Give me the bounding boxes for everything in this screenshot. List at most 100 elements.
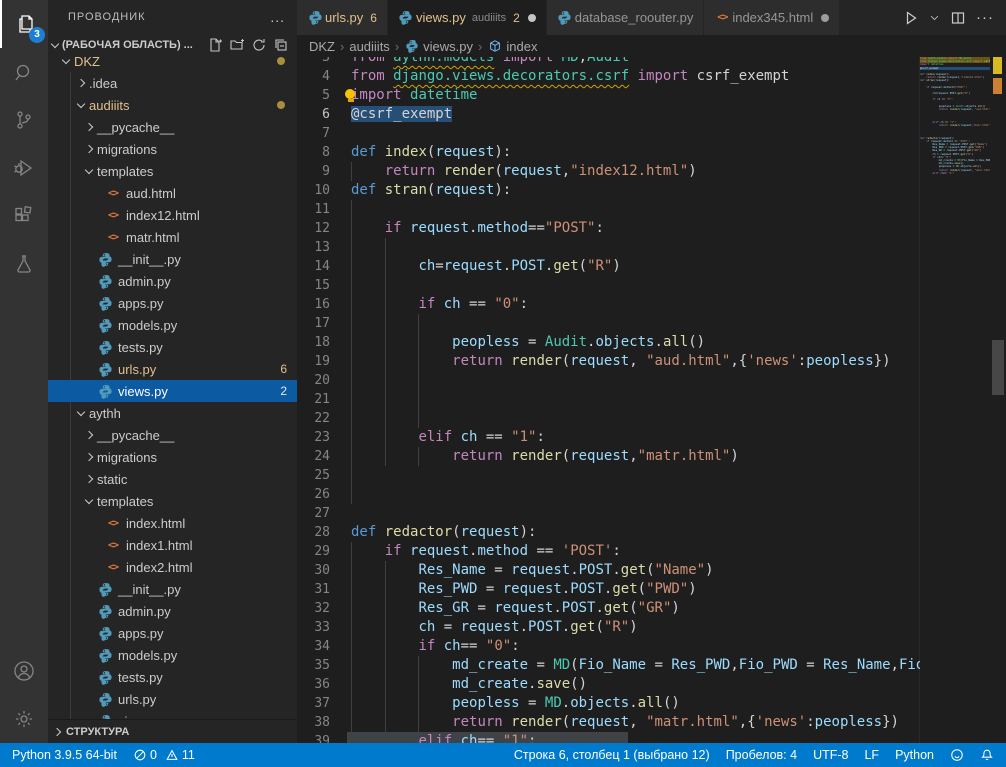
tree-item-index2-html[interactable]: <>index2.html — [48, 556, 297, 578]
code-line-17[interactable]: 17 — [297, 314, 920, 333]
code-line-11[interactable]: 11 — [297, 200, 920, 219]
minimap[interactable]: from aythh.models import MD,Auditfrom dj… — [919, 57, 990, 743]
code-line-21[interactable]: 21 — [297, 390, 920, 409]
tree-item--init-py[interactable]: __init__.py — [48, 248, 297, 270]
status-indentation[interactable]: Пробелов: 4 — [718, 748, 805, 762]
tree-item-urls-py[interactable]: urls.py — [48, 688, 297, 710]
lightbulb-icon[interactable] — [345, 89, 356, 102]
code-line-29[interactable]: 29 if request.method == 'POST': — [297, 542, 920, 561]
source-control-icon[interactable] — [0, 96, 48, 144]
explorer-more-actions-icon[interactable]: ... — [270, 0, 285, 34]
code-line-30[interactable]: 30 Res_Name = request.POST.get("Name") — [297, 561, 920, 580]
tree-item-index-html[interactable]: <>index.html — [48, 512, 297, 534]
code-line-12[interactable]: 12 if request.method=="POST": — [297, 219, 920, 238]
run-debug-icon[interactable] — [0, 144, 48, 192]
code-line-33[interactable]: 33 ch = request.POST.get("R") — [297, 618, 920, 637]
code-line-20[interactable]: 20 — [297, 371, 920, 390]
code-line-25[interactable]: 25 — [297, 466, 920, 485]
code-line-14[interactable]: 14 ch=request.POST.get("R") — [297, 257, 920, 276]
run-dropdown-chevron-icon[interactable] — [929, 12, 940, 23]
code-line-27[interactable]: 27 — [297, 504, 920, 523]
tree-item--init-py[interactable]: __init__.py — [48, 578, 297, 600]
tree-item-migrations[interactable]: migrations — [48, 446, 297, 468]
code-line-26[interactable]: 26 — [297, 485, 920, 504]
extensions-icon[interactable] — [0, 192, 48, 240]
code-line-39[interactable]: 39 elif ch== "1": — [297, 732, 920, 743]
code-line-18[interactable]: 18 peopless = Audit.objects.all() — [297, 333, 920, 352]
code-line-22[interactable]: 22 — [297, 409, 920, 428]
tree-item-admin-py[interactable]: admin.py — [48, 270, 297, 292]
tree-item-apps-py[interactable]: apps.py — [48, 622, 297, 644]
tree-item-templates[interactable]: templates — [48, 160, 297, 182]
code-line-31[interactable]: 31 Res_PWD = request.POST.get("PWD") — [297, 580, 920, 599]
status-python-version[interactable]: Python 3.9.5 64-bit — [4, 748, 125, 762]
code-line-5[interactable]: 5import datetime — [297, 86, 920, 105]
breadcrumb-item-views-py[interactable]: views.py — [404, 39, 473, 54]
tree-item-index1-html[interactable]: <>index1.html — [48, 534, 297, 556]
tree-item-index12-html[interactable]: <>index12.html — [48, 204, 297, 226]
split-editor-icon[interactable] — [950, 10, 966, 26]
workspace-section-header[interactable]: (РАБОЧАЯ ОБЛАСТЬ) ... — [48, 34, 297, 56]
tree-item--idea[interactable]: .idea — [48, 72, 297, 94]
code-line-3[interactable]: 3from aythh.models import MD,Audit — [297, 57, 920, 67]
account-icon[interactable] — [0, 647, 48, 695]
scrollbar-thumb[interactable] — [992, 340, 1004, 395]
code-line-36[interactable]: 36 md_create.save() — [297, 675, 920, 694]
code-line-16[interactable]: 16 if ch == "0": — [297, 295, 920, 314]
code-line-13[interactable]: 13 — [297, 238, 920, 257]
tree-item-audiiits[interactable]: audiiits — [48, 94, 297, 116]
testing-icon[interactable] — [0, 240, 48, 288]
status-problems[interactable]: 011 — [125, 748, 203, 762]
tab-views-py[interactable]: views.pyaudiiits2 — [388, 0, 546, 35]
code-line-19[interactable]: 19 return render(request, "aud.html",{'n… — [297, 352, 920, 371]
code-line-10[interactable]: 10def stran(request): — [297, 181, 920, 200]
status-eol[interactable]: LF — [856, 748, 887, 762]
collapse-all-icon[interactable] — [273, 37, 289, 53]
new-folder-icon[interactable] — [229, 37, 245, 53]
code-line-8[interactable]: 8def index(request): — [297, 143, 920, 162]
tree-item--pycache-[interactable]: __pycache__ — [48, 424, 297, 446]
code-line-35[interactable]: 35 md_create = MD(Fio_Name = Res_PWD,Fio… — [297, 656, 920, 675]
tree-item-aud-html[interactable]: <>aud.html — [48, 182, 297, 204]
dirty-dot-icon[interactable] — [528, 14, 536, 22]
code-line-32[interactable]: 32 Res_GR = request.POST.get("GR") — [297, 599, 920, 618]
code-line-15[interactable]: 15 — [297, 276, 920, 295]
search-icon[interactable] — [0, 48, 48, 96]
tree-item-models-py[interactable]: models.py — [48, 314, 297, 336]
dirty-dot-icon[interactable] — [821, 14, 829, 22]
tree-item-admin-py[interactable]: admin.py — [48, 600, 297, 622]
status-cursor-position[interactable]: Строка 6, столбец 1 (выбрано 12) — [506, 748, 718, 762]
outline-section-header[interactable]: СТРУКТУРА — [48, 719, 297, 743]
tree-item-apps-py[interactable]: apps.py — [48, 292, 297, 314]
code-line-4[interactable]: 4from django.views.decorators.csrf impor… — [297, 67, 920, 86]
code-line-9[interactable]: 9 return render(request,"index12.html") — [297, 162, 920, 181]
tree-item-tests-py[interactable]: tests.py — [48, 336, 297, 358]
code-line-24[interactable]: 24 return render(request,"matr.html") — [297, 447, 920, 466]
tab-index345-html[interactable]: <>index345.html — [704, 0, 839, 35]
code-line-7[interactable]: 7 — [297, 124, 920, 143]
tree-item-models-py[interactable]: models.py — [48, 644, 297, 666]
status-language-mode[interactable]: Python — [887, 748, 942, 762]
tree-item-migrations[interactable]: migrations — [48, 138, 297, 160]
code-line-23[interactable]: 23 elif ch == "1": — [297, 428, 920, 447]
refresh-icon[interactable] — [251, 37, 267, 53]
tree-item-templates[interactable]: templates — [48, 490, 297, 512]
status-feedback-icon[interactable] — [942, 748, 972, 762]
breadcrumb-item-index[interactable]: index — [487, 39, 537, 54]
breadcrumb-item-dkz[interactable]: DKZ — [309, 39, 335, 54]
tree-item-views-py[interactable]: views.py2 — [48, 380, 297, 402]
tree-item-aythh[interactable]: aythh — [48, 402, 297, 424]
settings-gear-icon[interactable] — [0, 695, 48, 743]
explorer-icon[interactable]: 3 — [0, 0, 50, 48]
tree-item-tests-py[interactable]: tests.py — [48, 666, 297, 688]
tab-database-roouter-py[interactable]: database_roouter.py — [547, 0, 704, 35]
more-actions-icon[interactable]: ··· — [976, 9, 994, 26]
code-line-38[interactable]: 38 return render(request, "matr.html",{'… — [297, 713, 920, 732]
status-notifications-icon[interactable] — [972, 748, 1002, 762]
tab-urls-py[interactable]: urls.py6 — [297, 0, 387, 35]
run-python-file-icon[interactable] — [903, 10, 919, 26]
code-line-37[interactable]: 37 peopless = MD.objects.all() — [297, 694, 920, 713]
code-line-28[interactable]: 28def redactor(request): — [297, 523, 920, 542]
tree-item-static[interactable]: static — [48, 468, 297, 490]
breadcrumb-item-audiiits[interactable]: audiiits — [349, 39, 389, 54]
